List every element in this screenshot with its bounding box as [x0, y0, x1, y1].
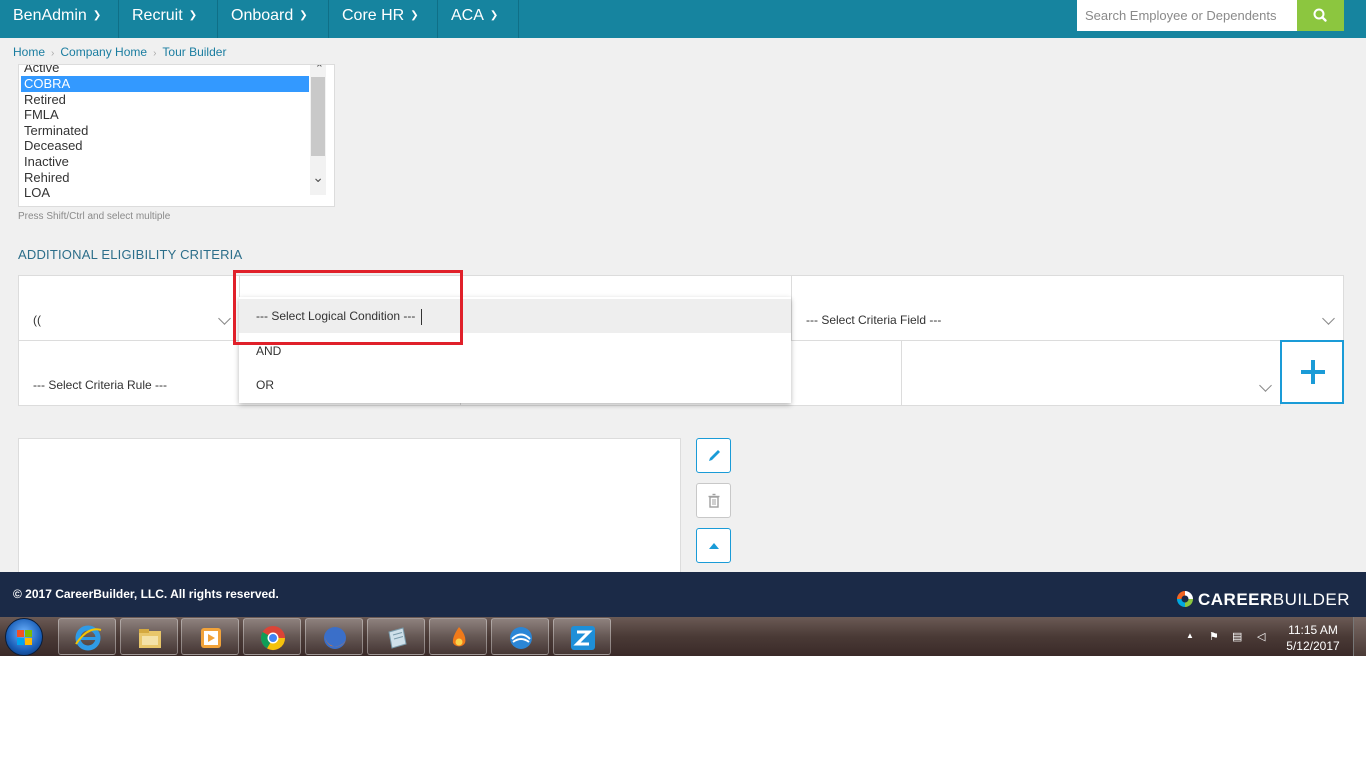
list-option-inactive[interactable]: Inactive: [21, 154, 309, 170]
chevron-right-icon: ›: [51, 48, 55, 59]
firefox-icon: [324, 627, 346, 649]
taskbar-chrome[interactable]: [243, 618, 301, 655]
mail-bird-icon: [510, 627, 532, 649]
os-taskbar: ▲ ⚑ ▤ ◁ 11:15 AM 5/12/2017: [0, 617, 1366, 656]
text-cursor: [421, 309, 422, 325]
add-criteria-button[interactable]: [1280, 340, 1344, 404]
trash-icon: [708, 493, 720, 508]
search-icon: [1313, 8, 1327, 22]
folder-icon: [139, 629, 161, 648]
listbox-scroll-thumb[interactable]: [311, 77, 325, 156]
flame-icon: [452, 627, 466, 647]
page-footer: © 2017 CareerBuilder, LLC. All rights re…: [0, 572, 1366, 617]
notepad-icon: [388, 627, 407, 649]
chevron-down-icon: [1259, 379, 1272, 392]
careerbuilder-logo-icon: [1177, 591, 1193, 607]
nav-aca[interactable]: ACA ❯: [438, 0, 519, 38]
top-nav: BenAdmin ❯ Recruit ❯ Onboard ❯ Core HR ❯ ACA…: [0, 0, 1366, 38]
copyright-text: © 2017 CareerBuilder, LLC. All rights re…: [13, 587, 279, 601]
taskbar-file-explorer[interactable]: [120, 618, 178, 655]
brand-light: BUILDER: [1272, 590, 1350, 609]
list-option-loa[interactable]: LOA: [21, 185, 309, 201]
taskbar-internet-explorer[interactable]: [58, 618, 116, 655]
nav-recruit[interactable]: Recruit ❯: [119, 0, 218, 38]
open-paren-select[interactable]: ((: [18, 275, 240, 341]
edit-button[interactable]: [696, 438, 731, 473]
caret-up-icon: [709, 543, 719, 549]
criteria-list-box[interactable]: [18, 438, 681, 578]
list-option-cobra[interactable]: COBRA: [21, 76, 309, 92]
list-option-retired[interactable]: Retired: [21, 92, 309, 108]
list-option-fmla[interactable]: FMLA: [21, 107, 309, 123]
list-option-rehired[interactable]: Rehired: [21, 170, 309, 186]
list-option-terminated[interactable]: Terminated: [21, 123, 309, 139]
chrome-icon: [260, 626, 285, 651]
action-center-flag-icon[interactable]: ⚑: [1209, 630, 1219, 643]
internet-explorer-icon: [75, 625, 102, 651]
multi-select-hint: Press Shift/Ctrl and select multiple: [18, 211, 171, 222]
clock-date: 5/12/2017: [1286, 639, 1340, 653]
criteria-field-select[interactable]: --- Select Criteria Field ---: [791, 275, 1344, 341]
careerbuilder-logo-text: CAREERBUILDER: [1198, 590, 1350, 610]
chevron-right-icon: ›: [153, 48, 157, 59]
chevron-down-icon: [218, 312, 231, 325]
taskbar-firefox[interactable]: [305, 618, 363, 655]
section-title: ADDITIONAL ELIGIBILITY CRITERIA: [18, 247, 243, 262]
taskbar-notepad[interactable]: [367, 618, 425, 655]
taskbar-media-player[interactable]: [181, 618, 239, 655]
logical-condition-dropdown: --- Select Logical Condition --- AND OR: [239, 297, 791, 403]
nav-label: ACA: [451, 7, 484, 24]
clock-time: 11:15 AM: [1288, 623, 1338, 637]
employee-status-listbox[interactable]: Active COBRA Retired FMLA Terminated Dec…: [18, 64, 335, 207]
nav-label: Onboard: [231, 7, 294, 24]
delete-button[interactable]: [696, 483, 731, 518]
chevron-down-icon: ❯: [410, 10, 419, 21]
network-icon[interactable]: ▤: [1232, 630, 1242, 643]
taskbar-thunderbird[interactable]: [491, 618, 549, 655]
brand-bold: CAREER: [1198, 590, 1273, 609]
dropdown-option-placeholder[interactable]: --- Select Logical Condition ---: [239, 299, 791, 333]
chevron-down-icon: ❯: [299, 10, 308, 21]
open-paren-value: ((: [33, 313, 41, 327]
volume-icon[interactable]: ◁: [1257, 630, 1265, 643]
search-input[interactable]: [1077, 0, 1297, 31]
move-up-button[interactable]: [696, 528, 731, 563]
nav-core-hr[interactable]: Core HR ❯: [329, 0, 438, 38]
media-player-icon: [201, 628, 221, 648]
nav-label: Recruit: [132, 7, 183, 24]
z-app-icon: [571, 626, 595, 650]
dropdown-option-or[interactable]: OR: [239, 368, 791, 402]
nav-benadmin[interactable]: BenAdmin ❯: [0, 0, 119, 38]
criteria-field-value: --- Select Criteria Field ---: [806, 313, 942, 327]
nav-label: Core HR: [342, 7, 405, 24]
tray-expand-icon[interactable]: ▲: [1186, 631, 1194, 640]
breadcrumb-tour-builder[interactable]: Tour Builder: [162, 45, 226, 59]
breadcrumb-home[interactable]: Home: [13, 45, 45, 59]
taskbar-app-z[interactable]: [553, 618, 611, 655]
dropdown-option-and[interactable]: AND: [239, 334, 791, 368]
scroll-up-icon[interactable]: ⌃: [315, 65, 324, 75]
list-option-deceased[interactable]: Deceased: [21, 138, 309, 154]
scroll-down-icon[interactable]: ⌄: [312, 169, 324, 186]
taskbar-app-flame[interactable]: [429, 618, 487, 655]
pencil-icon: [709, 450, 720, 461]
close-paren-select[interactable]: [901, 340, 1281, 406]
nav-onboard[interactable]: Onboard ❯: [218, 0, 329, 38]
show-desktop-button[interactable]: [1353, 617, 1366, 656]
criteria-rule-value: --- Select Criteria Rule ---: [33, 378, 168, 392]
chevron-down-icon: [1322, 312, 1335, 325]
system-clock[interactable]: 11:15 AM 5/12/2017: [1283, 622, 1343, 654]
start-button[interactable]: [5, 618, 43, 656]
windows-logo-icon: [17, 630, 32, 645]
chevron-down-icon: ❯: [188, 10, 198, 21]
list-option-active[interactable]: Active: [21, 65, 309, 76]
nav-label: BenAdmin: [13, 7, 87, 24]
breadcrumb-company-home[interactable]: Company Home: [60, 45, 147, 59]
chevron-down-icon: ❯: [489, 10, 499, 21]
chevron-down-icon: ❯: [92, 10, 102, 21]
app-window: BenAdmin ❯ Recruit ❯ Onboard ❯ Core HR ❯ ACA…: [0, 0, 1366, 656]
breadcrumb: Home › Company Home › Tour Builder: [13, 45, 226, 59]
plus-icon-vertical: [1311, 360, 1315, 384]
search-button[interactable]: [1297, 0, 1344, 31]
